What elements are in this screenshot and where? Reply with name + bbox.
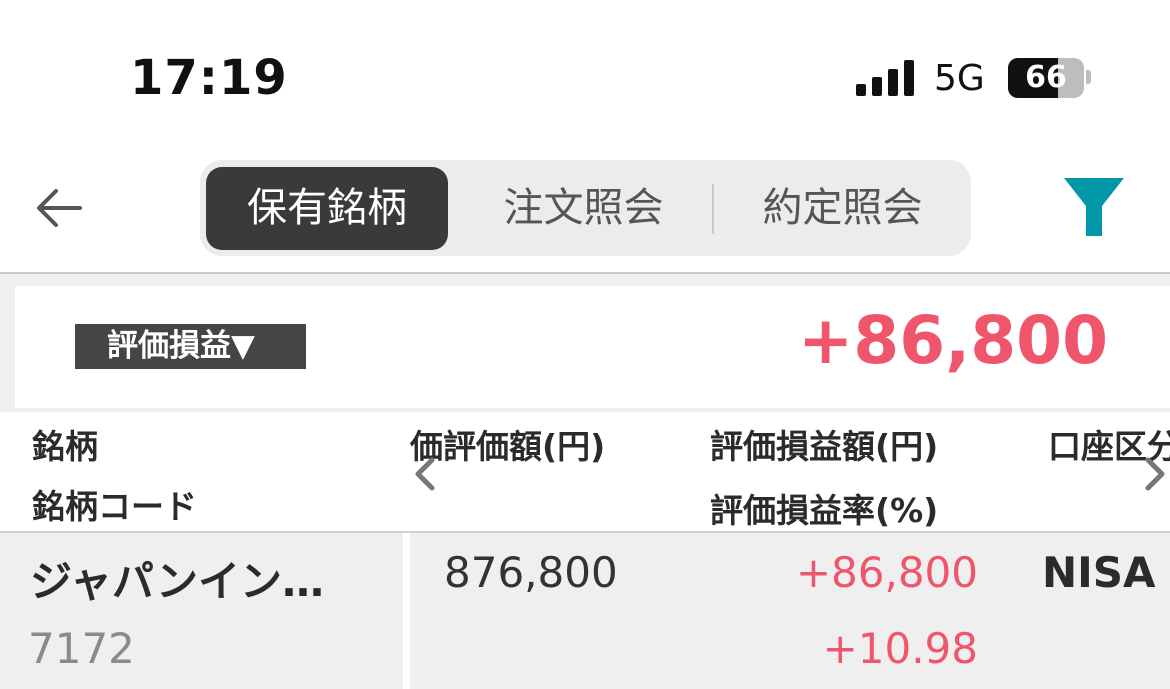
tab-holdings[interactable]: 保有銘柄 [206,183,448,233]
filter-icon[interactable] [1062,176,1126,238]
column-pl-amount: 評価損益額(円) [710,427,939,466]
back-arrow-icon[interactable] [30,178,90,238]
tab-order-inquiry[interactable]: 注文照会 [455,183,712,233]
signal-icon [856,60,916,96]
battery-level: 66 [1025,60,1067,95]
scroll-left-chevron-icon[interactable] [410,454,440,494]
column-code: 銘柄コード [32,487,197,526]
scroll-right-chevron-icon[interactable] [1140,454,1170,494]
pl-amount-value: +86,800 [795,548,978,597]
stock-name: ジャパンイン… [30,557,325,606]
account-type: NISA [1042,548,1156,597]
battery-icon: 66 [1008,58,1084,98]
battery-tip [1086,70,1091,84]
tab-execution-inquiry[interactable]: 約定照会 [714,183,971,233]
status-time: 17:19 [130,50,288,106]
total-profit-loss: +86,800 [798,302,1108,379]
stock-code: 7172 [28,624,135,673]
valuation-value: 876,800 [444,548,618,597]
metric-selector[interactable]: 評価損益▼ [75,324,306,369]
column-pl-rate: 評価損益率(%) [710,491,939,530]
column-name: 銘柄 [32,427,98,466]
pl-rate-value: +10.98 [822,624,978,673]
network-label: 5G [934,58,985,99]
